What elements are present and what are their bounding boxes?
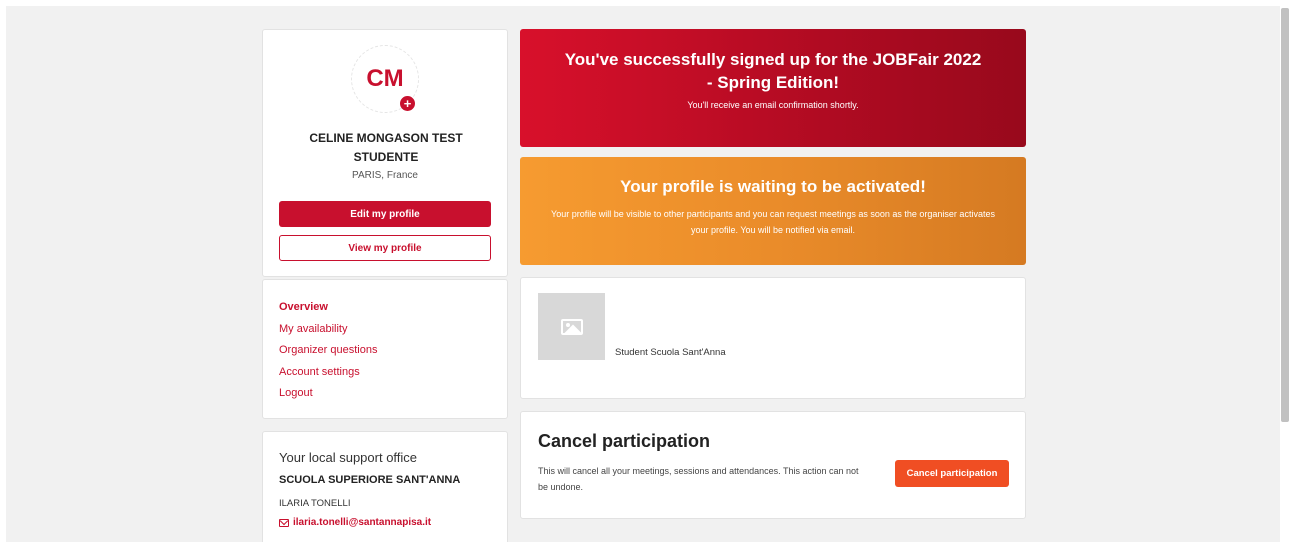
support-contact-name: ILARIA TONELLI	[279, 498, 351, 509]
cancel-title: Cancel participation	[538, 431, 711, 451]
add-photo-icon[interactable]: +	[400, 96, 415, 111]
profile-card: CM + CELINE MONGASON TEST STUDENTE PARIS…	[262, 29, 508, 277]
profile-name: CELINE MONGASON TEST STUDENTE	[309, 131, 463, 164]
profile-location: PARIS, France	[352, 170, 418, 181]
cancel-participation-card: Cancel participation This will cancel al…	[520, 411, 1026, 519]
profile-nav: Overview My availability Organizer quest…	[262, 279, 508, 419]
signup-success-banner: You've successfully signed up for the JO…	[520, 29, 1026, 147]
organization-card: Student Scuola Sant'Anna	[520, 277, 1026, 399]
nav-item-overview[interactable]: Overview	[279, 297, 377, 319]
nav-item-logout[interactable]: Logout	[279, 383, 377, 405]
organization-image	[538, 293, 605, 360]
nav-item-availability[interactable]: My availability	[279, 319, 377, 341]
edit-profile-button[interactable]: Edit my profile	[279, 201, 491, 227]
support-office-card: Your local support office SCUOLA SUPERIO…	[262, 431, 508, 542]
support-organization: SCUOLA SUPERIORE SANT'ANNA	[279, 474, 461, 486]
left-edge	[0, 0, 6, 542]
view-profile-button[interactable]: View my profile	[279, 235, 491, 261]
organization-label: Student Scuola Sant'Anna	[615, 347, 726, 358]
scrollbar-thumb[interactable]	[1281, 8, 1289, 422]
nav-list: Overview My availability Organizer quest…	[279, 297, 377, 405]
nav-item-account-settings[interactable]: Account settings	[279, 362, 377, 384]
support-email[interactable]: ilaria.tonelli@santannapisa.it	[293, 517, 431, 528]
image-placeholder-icon	[560, 318, 583, 335]
top-edge	[0, 0, 1290, 6]
activation-banner-text: Your profile will be visible to other pa…	[551, 209, 995, 235]
cancel-participation-button[interactable]: Cancel participation	[895, 460, 1009, 487]
support-title: Your local support office	[279, 450, 418, 465]
nav-item-organizer-questions[interactable]: Organizer questions	[279, 340, 377, 362]
avatar-initials: CM	[366, 65, 404, 92]
mail-icon	[279, 518, 289, 527]
success-banner-subtitle: You'll receive an email confirmation sho…	[687, 100, 859, 110]
success-banner-title: You've successfully signed up for the JO…	[564, 50, 982, 92]
activation-banner-title: Your profile is waiting to be activated!	[620, 177, 926, 196]
support-email-link[interactable]: ilaria.tonelli@santannapisa.it	[279, 517, 431, 528]
activation-pending-banner: Your profile is waiting to be activated!…	[520, 157, 1026, 265]
cancel-description: This will cancel all your meetings, sess…	[538, 466, 859, 492]
